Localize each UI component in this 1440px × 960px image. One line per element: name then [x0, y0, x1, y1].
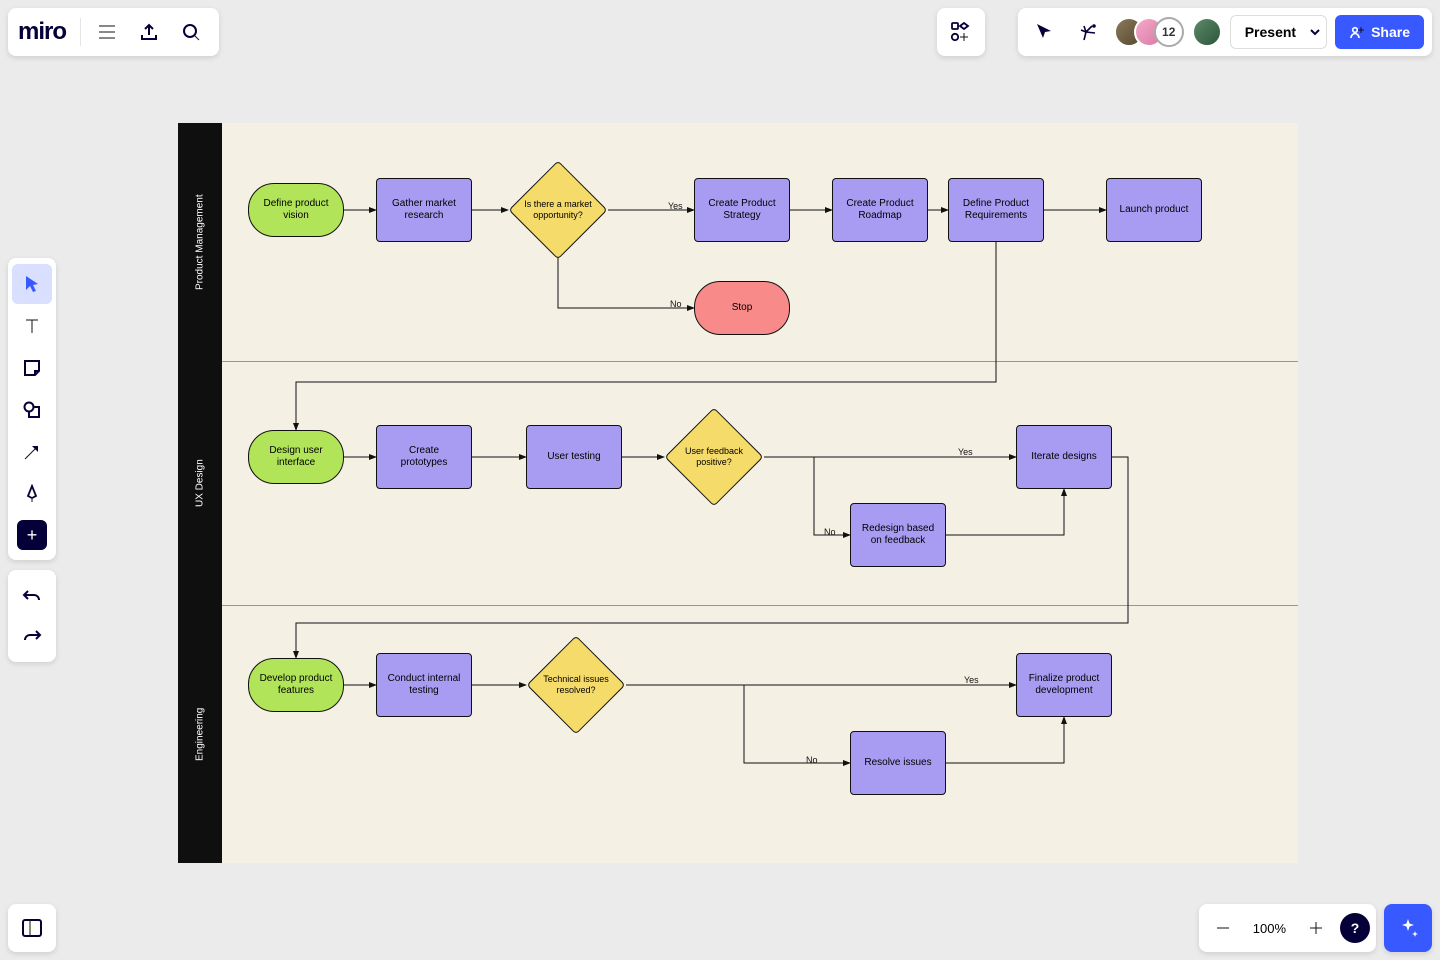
node-market-opportunity-decision[interactable]: Is there a market opportunity? [508, 178, 608, 242]
decision-label: Technical issues resolved? [536, 674, 616, 696]
swimlane-diagram[interactable]: Product Management UX Design Engineering [178, 123, 1298, 863]
node-tech-issues-decision[interactable]: Technical issues resolved? [526, 653, 626, 717]
topbar-right: 12 Present Share [1018, 8, 1432, 56]
divider [80, 18, 81, 46]
lane-divider [222, 361, 1298, 362]
redo-button[interactable] [12, 616, 52, 656]
zoom-toolbar: 100% ? [1199, 904, 1376, 952]
cursor-mode-icon[interactable] [1026, 14, 1062, 50]
topbar-left: miro [8, 8, 219, 56]
apps-button[interactable] [937, 8, 985, 56]
edge-label-no: No [670, 299, 682, 309]
search-icon[interactable] [173, 14, 209, 50]
present-control: Present [1230, 15, 1327, 49]
undo-redo-toolbar [8, 570, 56, 662]
undo-button[interactable] [12, 576, 52, 616]
decision-label: Is there a market opportunity? [518, 199, 598, 221]
node-design-ui[interactable]: Design user interface [248, 430, 344, 484]
node-create-strategy[interactable]: Create Product Strategy [694, 178, 790, 242]
node-develop-features[interactable]: Develop product features [248, 658, 344, 712]
frames-panel-button[interactable] [8, 904, 56, 952]
avatar-overflow-count[interactable]: 12 [1154, 17, 1184, 47]
help-button[interactable]: ? [1340, 913, 1370, 943]
node-internal-testing[interactable]: Conduct internal testing [376, 653, 472, 717]
node-define-requirements[interactable]: Define Product Requirements [948, 178, 1044, 242]
miro-logo: miro [18, 18, 72, 46]
lane-divider [222, 605, 1298, 606]
lane-label-eng: Engineering [178, 605, 222, 863]
edge-label-no: No [806, 755, 818, 765]
node-feedback-decision[interactable]: User feedback positive? [664, 425, 764, 489]
connector-tool[interactable] [12, 432, 52, 472]
node-iterate-designs[interactable]: Iterate designs [1016, 425, 1112, 489]
node-stop[interactable]: Stop [694, 281, 790, 335]
node-resolve-issues[interactable]: Resolve issues [850, 731, 946, 795]
reactions-icon[interactable] [1070, 14, 1106, 50]
ai-assist-button[interactable] [1384, 904, 1432, 952]
decision-label: User feedback positive? [674, 446, 754, 468]
edge-label-yes: Yes [958, 447, 973, 457]
node-define-vision[interactable]: Define product vision [248, 183, 344, 237]
sticky-note-tool[interactable] [12, 348, 52, 388]
node-gather-research[interactable]: Gather market research [376, 178, 472, 242]
share-button[interactable]: Share [1335, 15, 1424, 49]
add-tool[interactable]: + [17, 520, 47, 550]
node-create-roadmap[interactable]: Create Product Roadmap [832, 178, 928, 242]
select-tool[interactable] [12, 264, 52, 304]
export-icon[interactable] [131, 14, 167, 50]
present-button[interactable]: Present [1230, 15, 1311, 49]
zoom-level[interactable]: 100% [1247, 921, 1292, 936]
hamburger-icon[interactable] [89, 14, 125, 50]
lane-label-ux: UX Design [178, 361, 222, 605]
edge-label-no: No [824, 527, 836, 537]
zoom-in-button[interactable] [1298, 910, 1334, 946]
pen-tool[interactable] [12, 474, 52, 514]
collaborator-avatars[interactable]: 12 [1114, 17, 1184, 47]
node-redesign[interactable]: Redesign based on feedback [850, 503, 946, 567]
node-finalize-development[interactable]: Finalize product development [1016, 653, 1112, 717]
node-user-testing[interactable]: User testing [526, 425, 622, 489]
share-label: Share [1371, 24, 1410, 40]
present-dropdown[interactable] [1303, 15, 1327, 49]
current-user-avatar[interactable] [1192, 17, 1222, 47]
zoom-out-button[interactable] [1205, 910, 1241, 946]
node-create-prototypes[interactable]: Create prototypes [376, 425, 472, 489]
edge-label-yes: Yes [668, 201, 683, 211]
node-launch-product[interactable]: Launch product [1106, 178, 1202, 242]
lane-label-pm: Product Management [178, 123, 222, 361]
shape-tool[interactable] [12, 390, 52, 430]
text-tool[interactable] [12, 306, 52, 346]
left-toolbar: + [8, 258, 56, 560]
edge-label-yes: Yes [964, 675, 979, 685]
